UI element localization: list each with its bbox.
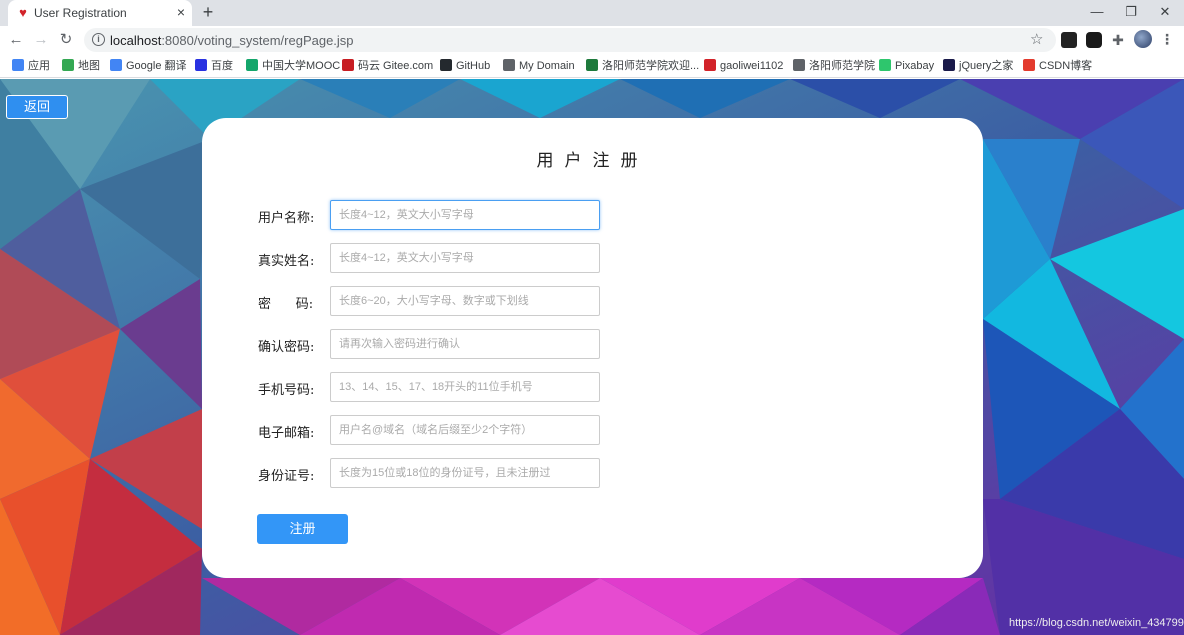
confirm-password-input[interactable] [330, 329, 600, 359]
browser-window: ♥ User Registration × + — ❐ ✕ ← → ↻ i lo… [0, 0, 1184, 635]
bookmark-label: 应用 [28, 60, 50, 72]
avatar[interactable] [1134, 30, 1152, 48]
globe-icon [503, 59, 515, 71]
password-label: 密 码: [258, 297, 314, 312]
phone-input[interactable] [330, 372, 600, 402]
form-row-phone: 手机号码: [258, 372, 618, 402]
extension-icon[interactable] [1086, 32, 1102, 48]
bookmark-item[interactable]: 洛阳师范学院 [793, 58, 875, 74]
restore-button[interactable]: ❐ [1114, 0, 1148, 26]
bookmark-label: CSDN博客 [1039, 60, 1093, 72]
bookmark-label: My Domain [519, 60, 575, 72]
bookmark-item[interactable]: 中国大学MOOC [246, 58, 340, 74]
bookmark-label: 洛阳师范学院 [809, 60, 875, 72]
bookmark-label: 百度 [211, 60, 233, 72]
register-button[interactable]: 注册 [257, 514, 348, 544]
bookmark-item[interactable]: 地图 [62, 58, 100, 74]
bookmark-label: 中国大学MOOC [262, 60, 341, 72]
school-icon [586, 59, 598, 71]
bookmark-item[interactable]: My Domain [503, 58, 575, 74]
bookmark-item[interactable]: 洛阳师范学院欢迎... [586, 58, 699, 74]
minimize-button[interactable]: — [1080, 0, 1114, 26]
bookmark-item[interactable]: CSDN博客 [1023, 58, 1092, 74]
reload-icon[interactable]: ↻ [56, 30, 76, 50]
mooc-icon [246, 59, 258, 71]
page-title: 用户注册 [536, 151, 649, 171]
form-row-username: 用户名称: [258, 200, 618, 230]
username-input[interactable] [330, 200, 600, 230]
puzzle-icon[interactable]: ✚ [1110, 32, 1126, 48]
baidu-paw-icon [195, 59, 207, 71]
strawberry-icon [704, 59, 716, 71]
bookmark-item[interactable]: Google 翻译 [110, 58, 187, 74]
gitee-icon [342, 59, 354, 71]
bookmark-label: Google 翻译 [126, 60, 187, 72]
id-number-input[interactable] [330, 458, 600, 488]
more-menu-icon[interactable]: ⋮ [1160, 30, 1174, 48]
confirm-password-label: 确认密码: [258, 340, 315, 355]
registration-card: 用户注册 用户名称:真实姓名:密 码:确认密码:手机号码:电子邮箱:身份证号: … [202, 118, 983, 578]
jquery-icon [943, 59, 955, 71]
email-label: 电子邮箱: [258, 426, 315, 441]
extension-icon[interactable] [1061, 32, 1077, 48]
bookmarks-bar: 应用 地图 Google 翻译 百度 中国大学MOOC 码云 Gitee.com GitHu… [0, 54, 1184, 78]
url-path: :8080/voting_system/regPage.jsp [161, 33, 354, 48]
csdn-icon [1023, 59, 1035, 71]
back-button[interactable]: 返回 [6, 95, 68, 119]
tab-title: User Registration [34, 6, 127, 20]
bookmark-label: jQuery之家 [959, 60, 1014, 72]
password-input[interactable] [330, 286, 600, 316]
globe-icon [793, 59, 805, 71]
bookmark-item[interactable]: 码云 Gitee.com [342, 58, 433, 74]
address-bar[interactable]: i localhost:8080/voting_system/regPage.j… [84, 28, 1056, 52]
tab-user-registration[interactable]: ♥ User Registration × [8, 0, 192, 26]
browser-toolbar: ← → ↻ i localhost:8080/voting_system/reg… [0, 26, 1184, 54]
form-row-password: 密 码: [258, 286, 618, 316]
maps-pin-icon [62, 59, 74, 71]
strawberry-icon: ♥ [19, 5, 27, 20]
info-icon[interactable]: i [92, 33, 105, 46]
url-text[interactable]: localhost:8080/voting_system/regPage.jsp [110, 33, 354, 48]
form-row-realname: 真实姓名: [258, 243, 618, 273]
bookmark-label: 洛阳师范学院欢迎... [602, 60, 700, 72]
form-row-id-number: 身份证号: [258, 458, 618, 488]
apps-grid-icon [12, 59, 24, 71]
email-input[interactable] [330, 415, 600, 445]
phone-label: 手机号码: [258, 383, 315, 398]
id-number-label: 身份证号: [258, 469, 315, 484]
window-close-button[interactable]: ✕ [1148, 0, 1182, 26]
bookmark-item[interactable]: gaoliwei1102 [704, 58, 783, 74]
bookmark-label: 码云 Gitee.com [358, 60, 434, 72]
url-host: localhost [110, 33, 162, 48]
bookmark-item[interactable]: GitHub [440, 58, 490, 74]
page-viewport: 返回 用户注册 用户名称: 真实姓名: 密 码: 确认密码: 手机号码: 电子邮箱: 身份证… [0, 79, 1184, 635]
back-arrow-icon[interactable]: ← [6, 30, 26, 50]
bookmark-item[interactable]: 百度 [195, 58, 233, 74]
username-label: 用户名称: [258, 211, 315, 226]
bookmark-label: 地图 [78, 60, 100, 72]
bookmark-item[interactable]: jQuery之家 [943, 58, 1013, 74]
bookmark-label: Pixabay [895, 60, 935, 72]
new-tab-button[interactable]: + [198, 2, 218, 22]
tab-strip: ♥ User Registration × + — ❐ ✕ [0, 0, 1184, 26]
watermark: https://blog.csdn.net/weixin_43479947 [1009, 617, 1184, 629]
github-icon [440, 59, 452, 71]
forward-arrow-icon[interactable]: → [31, 30, 51, 50]
pixabay-icon [879, 59, 891, 71]
bookmark-item[interactable]: 应用 [12, 58, 50, 74]
bookmark-star-icon[interactable]: ☆ [1030, 30, 1043, 48]
realname-label: 真实姓名: [258, 254, 315, 269]
bookmark-label: GitHub [456, 60, 491, 72]
close-icon[interactable]: × [173, 4, 189, 20]
translate-icon [110, 59, 122, 71]
form-row-email: 电子邮箱: [258, 415, 618, 445]
bookmark-item[interactable]: Pixabay [879, 58, 934, 74]
form-row-confirm-password: 确认密码: [258, 329, 618, 359]
realname-input[interactable] [330, 243, 600, 273]
bookmark-label: gaoliwei1102 [720, 60, 784, 72]
